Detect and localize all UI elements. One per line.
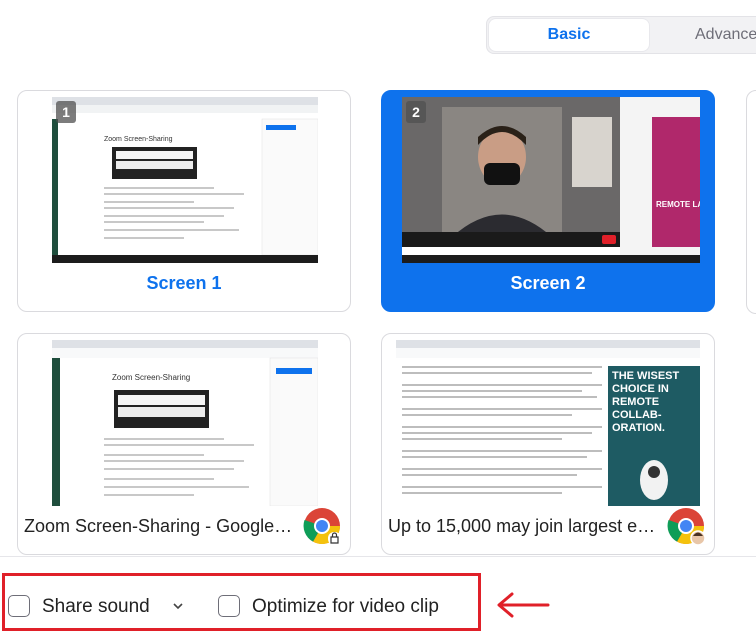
share-option-window-article[interactable]: THE WISEST CHOICE IN REMOTE COLLAB- ORAT… [381,333,715,555]
window-docs-heading: Zoom Screen-Sharing [112,373,190,382]
screen-1-doc-heading: Zoom Screen-Sharing [104,136,173,143]
tab-advanced[interactable]: Advance [695,17,756,53]
annotation-arrow-icon [497,592,550,618]
screen-1-label: Screen 1 [146,273,222,293]
share-option-partial[interactable] [746,90,756,314]
window-article-ad-text: THE WISEST CHOICE IN REMOTE COLLAB- ORAT… [612,370,680,434]
window-docs-title: Zoom Screen-Sharing - Google C... [24,516,294,536]
screen-2-ad-text: REMOTE LAB- ON. [656,200,700,209]
share-option-screen-2[interactable]: REMOTE LAB- ON. 2 Screen 2 [381,90,715,312]
screen-2-badge: 2 [406,101,426,123]
optimize-video-label[interactable]: Optimize for video clip [252,596,439,618]
window-article-title: Up to 15,000 may join largest ev... [388,516,658,536]
share-sound-label[interactable]: Share sound [42,596,150,618]
optimize-video-checkbox[interactable] [218,595,240,617]
chevron-down-icon[interactable] [172,601,184,611]
share-option-screen-1[interactable]: Zoom Screen-Sharing 1 Screen 1 [17,90,351,312]
divider [0,556,756,557]
share-option-window-docs[interactable]: Zoom Screen-Sharing Zoom Screen-Sharing … [17,333,351,555]
chrome-icon [303,508,341,545]
screen-2-label: Screen 2 [510,273,586,293]
window-docs-thumbnail: Zoom Screen-Sharing [52,340,318,506]
screen-1-badge: 1 [56,101,76,123]
screen-1-thumbnail: Zoom Screen-Sharing 1 [52,97,318,263]
tab-basic[interactable]: Basic [489,19,649,51]
chrome-icon [667,508,706,546]
screen-2-thumbnail: REMOTE LAB- ON. 2 [402,97,700,263]
window-article-thumbnail: THE WISEST CHOICE IN REMOTE COLLAB- ORAT… [396,340,700,506]
share-sound-checkbox[interactable] [8,595,30,617]
share-mode-tabs: Basic Advance [486,16,756,54]
